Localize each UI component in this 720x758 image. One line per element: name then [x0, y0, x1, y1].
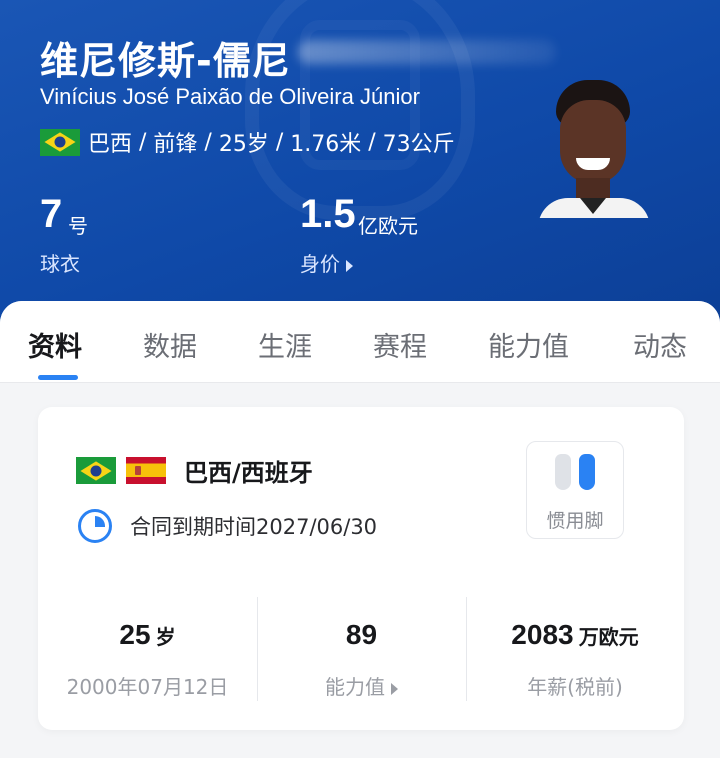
- footprint-icon: [579, 454, 595, 490]
- market-value-label: 身价: [300, 252, 340, 276]
- tab-news[interactable]: 动态: [633, 325, 687, 364]
- salary-value: 2083: [511, 619, 574, 650]
- age-unit: 岁: [155, 625, 176, 649]
- tab-ability[interactable]: 能力值: [488, 325, 569, 364]
- spain-flag-icon: [126, 457, 166, 484]
- contract-row: 合同到期时间2027/06/30: [78, 509, 377, 543]
- player-weight: 73公斤: [382, 132, 455, 157]
- salary-column: 2083 万欧元 年薪(税前): [466, 619, 684, 700]
- chevron-right-icon: [391, 682, 398, 695]
- preferred-foot-box[interactable]: 惯用脚: [526, 441, 624, 539]
- age-value: 25: [119, 619, 151, 650]
- player-header: 维尼修斯-儒尼 Vinícius José Paixão de Oliveira…: [0, 0, 720, 330]
- info-separator: /: [268, 129, 291, 155]
- tab-schedule[interactable]: 赛程: [373, 325, 427, 364]
- player-name-cn: 维尼修斯-儒尼: [40, 39, 291, 83]
- market-value-link[interactable]: 身价: [300, 248, 353, 277]
- tab-data[interactable]: 数据: [143, 325, 197, 364]
- shirt-label: 球衣: [40, 252, 80, 276]
- player-info-row: 巴西 / 前锋 / 25岁 / 1.76米 / 73公斤: [40, 126, 455, 158]
- shirt-unit: 号: [68, 214, 88, 238]
- salary-label: 年薪(税前): [527, 675, 623, 699]
- info-separator: /: [361, 129, 383, 155]
- brazil-flag-icon: [40, 128, 80, 156]
- rating-label-row: 能力值: [257, 671, 466, 700]
- rating-column[interactable]: 89 能力值: [257, 619, 466, 700]
- brazil-flag-icon: [76, 457, 116, 484]
- player-country: 巴西: [88, 132, 133, 157]
- clock-icon: [78, 509, 112, 543]
- player-height: 1.76米: [290, 132, 362, 157]
- player-age: 25岁: [218, 132, 269, 157]
- tab-active-indicator: [38, 375, 78, 380]
- nationality-row: 巴西/西班牙: [76, 453, 313, 488]
- preferred-foot-label: 惯用脚: [546, 510, 604, 532]
- player-name-en: Vinícius José Paixão de Oliveira Júnior: [40, 84, 420, 109]
- info-separator: /: [132, 129, 154, 155]
- market-value-unit: 亿欧元: [358, 214, 418, 238]
- shirt-number: 7: [40, 192, 63, 236]
- market-value: 1.5: [300, 192, 356, 236]
- tab-career[interactable]: 生涯: [258, 325, 312, 364]
- salary-unit: 万欧元: [578, 625, 639, 649]
- birth-date: 2000年07月12日: [66, 675, 229, 699]
- chevron-right-icon: [346, 259, 353, 272]
- content-panel: 资料 数据 生涯 赛程 能力值 动态 巴西/西班牙 合同到期时间2027/06/…: [0, 301, 720, 758]
- profile-card: 巴西/西班牙 合同到期时间2027/06/30 惯用脚 25 岁 2000年07…: [38, 407, 684, 730]
- age-column: 25 岁 2000年07月12日: [38, 619, 257, 700]
- rating-label: 能力值: [325, 675, 385, 699]
- name-blur-overlay: [298, 40, 556, 64]
- tab-bar: 资料 数据 生涯 赛程 能力值 动态: [0, 301, 720, 383]
- nationality-text: 巴西/西班牙: [184, 459, 313, 487]
- contract-expiry: 合同到期时间2027/06/30: [130, 515, 378, 539]
- rating-value: 89: [345, 619, 378, 650]
- player-avatar: [538, 74, 650, 218]
- player-position: 前锋: [153, 132, 198, 157]
- footprint-icon: [555, 454, 571, 490]
- info-separator: /: [197, 129, 219, 155]
- tab-profile[interactable]: 资料: [28, 325, 82, 364]
